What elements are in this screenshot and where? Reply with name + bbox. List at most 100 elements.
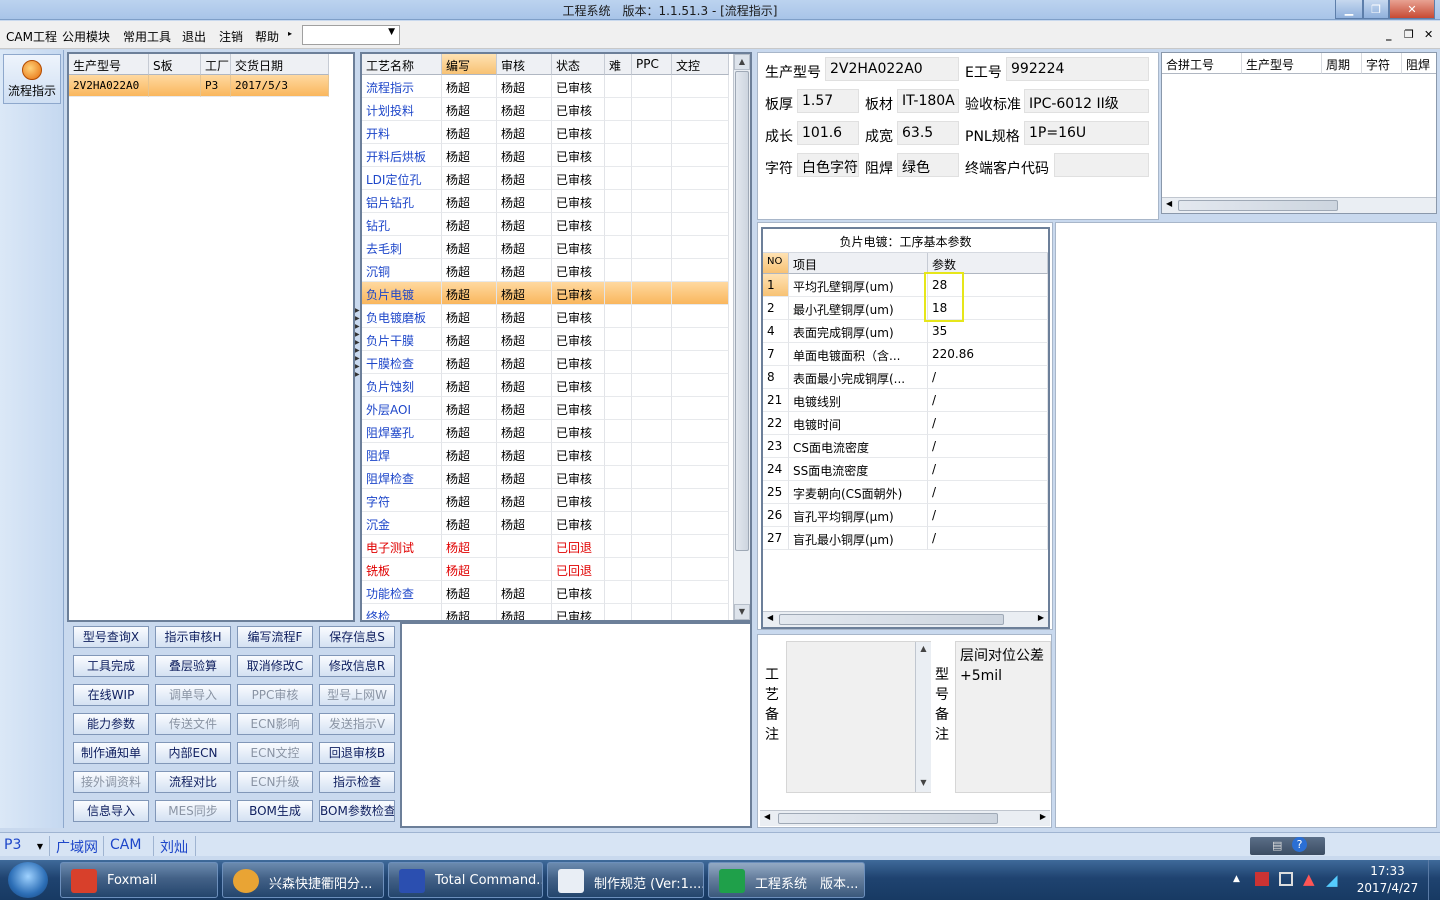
tray-flag-icon[interactable] [1255,872,1269,886]
process-col-header[interactable]: 工艺名称 [362,54,442,75]
menu-tools[interactable]: 常用工具 [123,28,171,45]
function-button[interactable]: ECN影响 [237,713,313,735]
scroll-thumb[interactable] [1178,200,1338,211]
mdi-restore-button[interactable]: ❐ [1404,28,1414,41]
mdi-minimize-button[interactable]: _ [1386,28,1392,41]
process-row[interactable]: LDI定位孔 杨超 杨超 已审核 [362,167,729,190]
function-button[interactable]: BOM参数检查 [319,800,395,822]
function-button[interactable]: 传送文件 [155,713,231,735]
tray-network-icon[interactable] [1279,872,1293,886]
function-button[interactable]: 内部ECN [155,742,231,764]
order-col-header[interactable]: S板 [149,54,201,75]
model-remark-text[interactable]: 层间对位公差+5mil [955,641,1051,793]
order-col-header[interactable]: 生产型号 [69,54,149,75]
task-total-commander[interactable]: Total Command... [388,862,543,898]
customer-value[interactable] [1054,153,1149,177]
function-button[interactable]: 在线WIP [73,684,149,706]
param-hscrollbar[interactable]: ◀ ▶ [763,611,1048,627]
function-button[interactable]: 指示检查 [319,771,395,793]
material-value[interactable]: IT-180A [897,89,959,113]
process-row[interactable]: 干膜检查 杨超 杨超 已审核 [362,351,729,374]
param-row[interactable]: 1 平均孔壁铜厚(um) 28 [763,274,1048,297]
start-button[interactable] [8,862,48,898]
menu-help[interactable]: 帮助 [255,28,279,45]
param-row[interactable]: 26 盲孔平均铜厚(μm) / [763,504,1048,527]
function-button[interactable]: 信息导入 [73,800,149,822]
function-button[interactable]: ECN文控 [237,742,313,764]
function-button[interactable]: 流程对比 [155,771,231,793]
function-button[interactable]: PPC审核 [237,684,313,706]
task-foxmail[interactable]: Foxmail [60,862,218,898]
model-value[interactable]: 2V2HA022A0 [825,57,959,81]
function-button[interactable]: 回退审核B [319,742,395,764]
function-button[interactable]: 修改信息R [319,655,395,677]
function-button[interactable]: 编写流程F [237,626,313,648]
length-value[interactable]: 101.6 [797,121,859,145]
scroll-up-button[interactable]: ▲ [734,54,750,70]
restore-button[interactable]: ❐ [1363,0,1389,19]
process-row[interactable]: 字符 杨超 杨超 已审核 [362,489,729,512]
function-button[interactable]: 工具完成 [73,655,149,677]
param-row[interactable]: 4 表面完成铜厚(um) 35 [763,320,1048,343]
module-combo[interactable]: ▼ [302,25,400,45]
param-col-header[interactable]: 项目 [789,253,928,274]
param-row[interactable]: 25 字麦朝向(CS面朝外) / [763,481,1048,504]
param-row[interactable]: 24 SS面电流密度 / [763,458,1048,481]
function-button[interactable]: 发送指示V [319,713,395,735]
process-row[interactable]: 计划投料 杨超 杨超 已审核 [362,98,729,121]
width-value[interactable]: 63.5 [897,121,959,145]
process-row[interactable]: 外层AOI 杨超 杨超 已审核 [362,397,729,420]
param-row[interactable]: 27 盲孔最小铜厚(μm) / [763,527,1048,550]
process-row[interactable]: 功能检查 杨超 杨超 已审核 [362,581,729,604]
menu-common-modules[interactable]: 公用模块 [62,28,110,45]
scroll-down-button[interactable]: ▼ [734,604,750,620]
function-button[interactable]: 型号查询X [73,626,149,648]
process-row[interactable]: 铝片钻孔 杨超 杨超 已审核 [362,190,729,213]
scroll-thumb[interactable] [735,71,749,551]
process-row[interactable]: 负电镀磨板 杨超 杨超 已审核 [362,305,729,328]
process-row[interactable]: 终检 杨超 杨超 已审核 [362,604,729,620]
function-button[interactable]: ECN升级 [237,771,313,793]
tray-volume-icon[interactable]: ◢ [1326,871,1338,889]
tray-expand-icon[interactable]: ▲ [1233,874,1240,884]
process-row[interactable]: 沉金 杨超 杨超 已审核 [362,512,729,535]
param-row[interactable]: 7 单面电镀面积（含... 220.86 [763,343,1048,366]
merge-col-header[interactable]: 生产型号 [1242,53,1322,74]
order-col-header[interactable]: 交货日期 [231,54,329,75]
minimize-button[interactable]: ▁ [1335,0,1363,19]
accept-value[interactable]: IPC-6012 II级 [1024,89,1149,113]
process-row[interactable]: 阻焊塞孔 杨超 杨超 已审核 [362,420,729,443]
tray-app-icon[interactable]: ▲ [1303,870,1315,888]
merge-col-header[interactable]: 字符 [1362,53,1402,74]
function-button[interactable]: 叠层验算 [155,655,231,677]
process-row[interactable]: 开料 杨超 杨超 已审核 [362,121,729,144]
process-remark-textarea[interactable]: ▲ ▼ [786,641,931,793]
process-row[interactable]: 负片干膜 杨超 杨超 已审核 [362,328,729,351]
param-row[interactable]: 21 电镀线别 / [763,389,1048,412]
merge-col-header[interactable]: 周期 [1322,53,1362,74]
process-row[interactable]: 铣板 杨超 已回退 [362,558,729,581]
process-row[interactable]: 去毛刺 杨超 杨超 已审核 [362,236,729,259]
mdi-close-button[interactable]: ✕ [1424,28,1433,41]
function-button[interactable]: 指示审核H [155,626,231,648]
function-button[interactable]: 能力参数 [73,713,149,735]
process-col-header[interactable]: 审核 [497,54,552,75]
process-row[interactable]: 开料后烘板 杨超 杨超 已审核 [362,144,729,167]
process-col-header[interactable]: 文控 [672,54,729,75]
pnl-value[interactable]: 1P=16U [1024,121,1149,145]
function-button[interactable]: 调单导入 [155,684,231,706]
menu-cam[interactable]: CAM工程 [6,28,57,45]
mask-value[interactable]: 绿色 [897,153,959,177]
nav-flow-button[interactable]: 流程指示 [3,54,61,104]
remark-scrollbar[interactable]: ▲ ▼ [915,642,931,792]
thickness-value[interactable]: 1.57 [797,89,859,113]
process-col-header[interactable]: 难 [605,54,632,75]
function-button[interactable]: 取消修改C [237,655,313,677]
param-row[interactable]: 23 CS面电流密度 / [763,435,1048,458]
show-desktop-button[interactable] [1428,860,1440,900]
close-button[interactable]: ✕ [1389,0,1435,19]
menu-logout[interactable]: 注销 [219,28,243,45]
process-col-header[interactable]: 编写 [442,54,497,75]
param-row[interactable]: 2 最小孔壁铜厚(um) 18 [763,297,1048,320]
function-button[interactable]: BOM生成 [237,800,313,822]
